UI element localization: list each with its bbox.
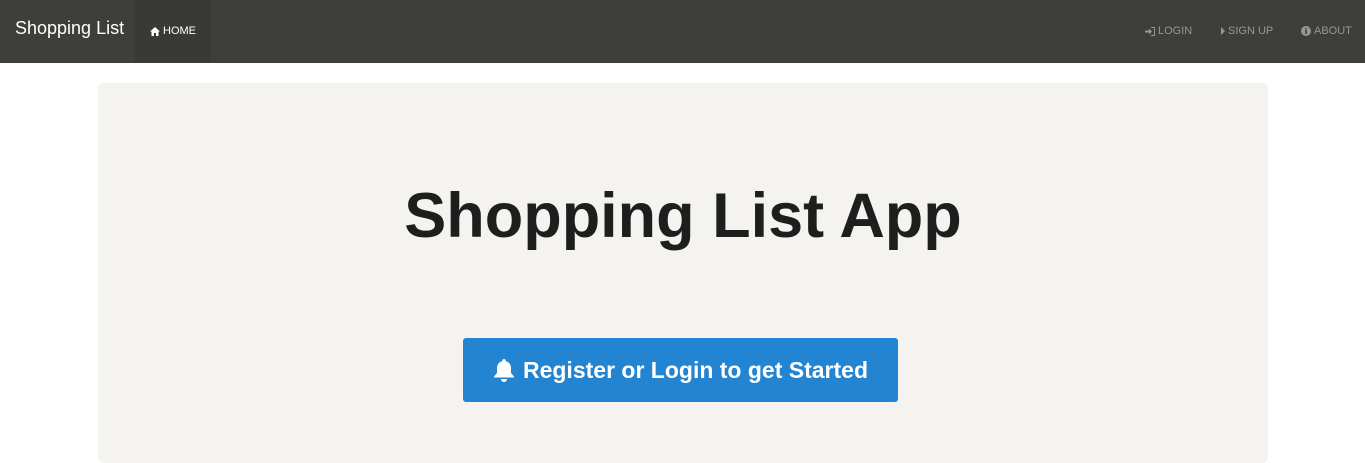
nav-item-about[interactable]: ABOUT (1301, 0, 1352, 63)
page-title: Shopping List App (404, 181, 962, 251)
caret-right-icon (1221, 27, 1225, 35)
register-login-button[interactable]: Register or Login to get Started (463, 338, 898, 402)
nav-about-label: ABOUT (1314, 25, 1352, 37)
bell-icon (493, 358, 515, 382)
nav-item-home[interactable]: HOME (135, 0, 211, 63)
nav-item-signup[interactable]: SIGN UP (1221, 0, 1273, 63)
sign-in-icon (1145, 26, 1155, 36)
hero-jumbotron: Shopping List App Register or Login to g… (98, 83, 1268, 463)
nav-login-label: LOGIN (1158, 25, 1193, 37)
navbar: Shopping List HOME LOGIN SIGN UP ABOUT (0, 0, 1365, 63)
nav-signup-label: SIGN UP (1228, 25, 1274, 37)
home-icon (150, 26, 160, 36)
register-login-button-label: Register or Login to get Started (522, 356, 869, 383)
nav-item-login[interactable]: LOGIN (1145, 0, 1192, 63)
brand-link[interactable]: Shopping List (15, 0, 124, 57)
info-circle-icon (1301, 26, 1311, 36)
nav-home-label: HOME (163, 25, 196, 37)
